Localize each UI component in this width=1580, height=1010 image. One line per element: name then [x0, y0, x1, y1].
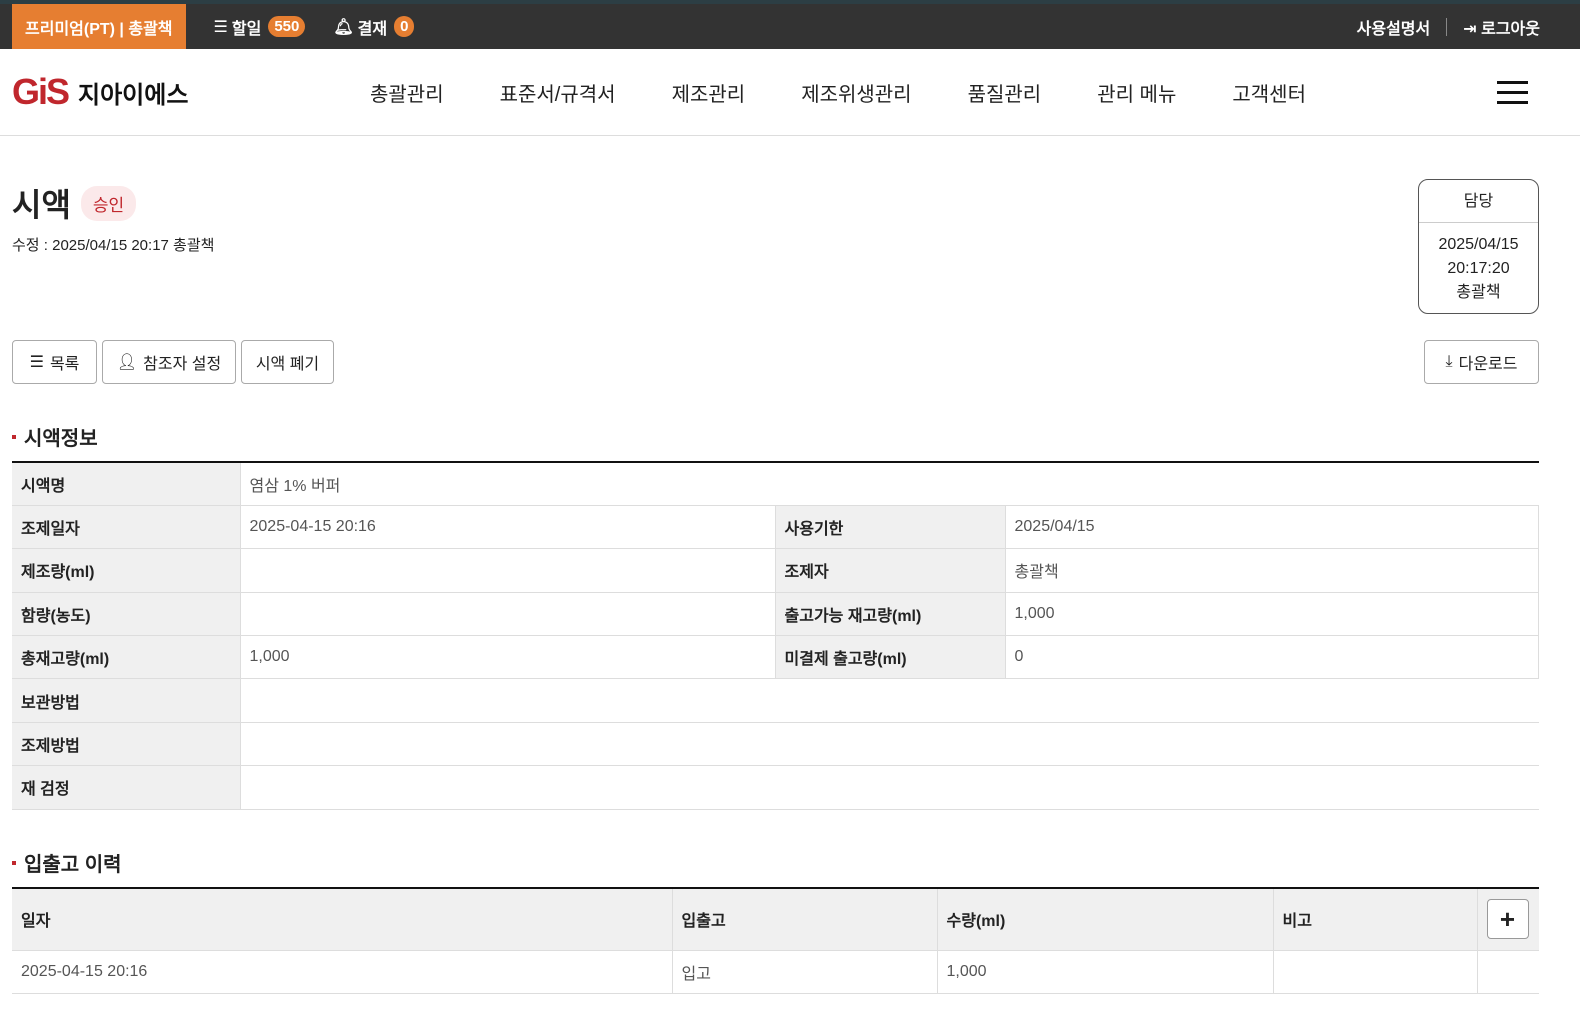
table-row: 함량(농도) 출고가능 재고량(ml) 1,000 — [12, 592, 1539, 637]
field-value — [240, 765, 1539, 810]
approval-link[interactable]: 🔔︎ 결재 0 — [333, 15, 415, 39]
field-value: 2025-04-15 20:16 — [240, 505, 776, 550]
nav-item[interactable]: 표준서/규격서 — [500, 78, 616, 107]
approval-count: 0 — [394, 16, 415, 37]
field-value — [240, 678, 1539, 723]
logout-label: 로그아웃 — [1481, 20, 1540, 38]
top-bar: 프리미엄(PT) | 총괄책 ☰ 할일 550 🔔︎ 결재 0 사용설명서 ⇥ 로그아웃 — [0, 0, 1580, 49]
field-label: 사용기한 — [775, 505, 1006, 550]
section-title-text: 시액정보 — [24, 428, 98, 450]
section-title-info: 시액정보 — [12, 422, 98, 451]
field-label: 총재고량(ml) — [12, 635, 241, 680]
list-icon: ☰ — [29, 354, 44, 371]
info-table: 시액명 염삼 1% 버퍼 조제일자 2025-04-15 20:16 사용기한 2025… — [12, 461, 1539, 810]
bell-icon: 🔔︎ — [333, 18, 354, 36]
table-row: 총재고량(ml) 1,000 미결제 출고량(ml) 0 — [12, 635, 1539, 680]
add-row-button[interactable]: + — [1486, 899, 1529, 940]
participants-button[interactable]: 👤︎ 참조자 설정 — [102, 340, 236, 384]
download-button[interactable]: ⤓ 다운로드 — [1424, 340, 1539, 384]
field-value: 총괄책 — [1005, 548, 1539, 593]
cell-date: 2025-04-15 20:16 — [12, 950, 673, 994]
logout-link[interactable]: ⇥ 로그아웃 — [1463, 15, 1540, 39]
section-title-history: 입출고 이력 — [12, 848, 122, 877]
cell-qty: 1,000 — [937, 950, 1274, 994]
list-button[interactable]: ☰ 목록 — [12, 340, 97, 384]
table-header-row: 일자 입출고 수량(ml) 비고 + — [12, 888, 1539, 951]
section-title-text: 입출고 이력 — [24, 854, 122, 876]
nav-item[interactable]: 제조관리 — [672, 78, 746, 107]
list-button-label: 목록 — [49, 356, 80, 373]
logo[interactable]: GiS 지아이에스 — [12, 71, 188, 113]
approval-date: 2025/04/15 — [1438, 236, 1519, 253]
approval-box: 담당 2025/04/15 20:17:20 총괄책 — [1418, 179, 1539, 314]
column-header: 비고 — [1273, 888, 1478, 951]
table-row: 보관방법 — [12, 678, 1539, 723]
field-label: 조제방법 — [12, 722, 241, 767]
hamburger-menu-icon[interactable] — [1497, 81, 1528, 111]
table-row: 제조량(ml) 조제자 총괄책 — [12, 548, 1539, 593]
table-row: 시액명 염삼 1% 버퍼 — [12, 462, 1539, 506]
field-label: 재 검정 — [12, 765, 241, 810]
field-value — [240, 548, 776, 593]
manual-link[interactable]: 사용설명서 — [1357, 15, 1431, 39]
table-row: 재 검정 — [12, 765, 1539, 810]
cell-type: 입고 — [672, 950, 938, 994]
field-label: 출고가능 재고량(ml) — [775, 592, 1006, 637]
todo-label: 할일 — [231, 20, 262, 38]
status-badge: 승인 — [80, 185, 137, 221]
divider — [1446, 17, 1448, 36]
todo-link[interactable]: ☰ 할일 550 — [214, 15, 306, 39]
approval-label: 결재 — [357, 20, 388, 38]
column-header: 수량(ml) — [937, 888, 1274, 951]
nav-item[interactable]: 품질관리 — [968, 78, 1042, 107]
logo-text: 지아이에스 — [78, 81, 189, 109]
cell-note — [1273, 950, 1478, 994]
cell-actions — [1477, 950, 1539, 994]
download-icon: ⤓ — [1445, 353, 1453, 370]
table-row: 조제방법 — [12, 722, 1539, 767]
todo-count: 550 — [268, 16, 306, 37]
nav-item[interactable]: 총괄관리 — [370, 78, 444, 107]
field-value — [240, 592, 776, 637]
modified-info: 수정 : 2025/04/15 20:17 총괄책 — [12, 237, 215, 254]
column-header: 일자 — [12, 888, 673, 951]
table-row: 조제일자 2025-04-15 20:16 사용기한 2025/04/15 — [12, 505, 1539, 550]
field-label: 함량(농도) — [12, 592, 241, 637]
field-label: 제조량(ml) — [12, 548, 241, 593]
main-nav: GiS 지아이에스 총괄관리 표준서/규격서 제조관리 제조위생관리 품질관리 관… — [0, 49, 1580, 136]
field-value — [240, 722, 1539, 767]
participants-button-label: 참조자 설정 — [143, 356, 222, 373]
field-label: 조제일자 — [12, 505, 241, 550]
field-label: 미결제 출고량(ml) — [775, 635, 1006, 680]
plan-badge: 프리미엄(PT) | 총괄책 — [12, 4, 186, 49]
nav-item[interactable]: 고객센터 — [1232, 78, 1306, 107]
column-header: 입출고 — [672, 888, 938, 951]
field-value: 1,000 — [240, 635, 776, 680]
discard-button[interactable]: 시액 폐기 — [241, 340, 334, 384]
approval-time: 20:17:20 — [1447, 260, 1510, 277]
approval-header: 담당 — [1419, 180, 1538, 223]
list-icon: ☰ — [213, 18, 228, 36]
table-row: 2025-04-15 20:16 입고 1,000 — [12, 950, 1539, 994]
nav-item[interactable]: 제조위생관리 — [801, 78, 911, 107]
field-value: 0 — [1005, 635, 1539, 680]
user-plus-icon: 👤︎ — [116, 354, 138, 371]
page-title: 시액 — [12, 187, 71, 223]
history-table: 일자 입출고 수량(ml) 비고 + 2025-04-15 20:16 입고 1… — [12, 887, 1539, 994]
field-value: 염삼 1% 버퍼 — [240, 462, 1539, 506]
nav-item[interactable]: 관리 메뉴 — [1097, 78, 1176, 107]
approval-person: 총괄책 — [1456, 284, 1501, 301]
field-value: 1,000 — [1005, 592, 1539, 637]
field-label: 보관방법 — [12, 678, 241, 723]
field-label: 시액명 — [12, 462, 241, 506]
field-label: 조제자 — [775, 548, 1006, 593]
logo-mark: GiS — [12, 71, 70, 112]
field-value: 2025/04/15 — [1005, 505, 1539, 550]
download-button-label: 다운로드 — [1458, 356, 1518, 373]
logout-icon: ⇥ — [1463, 20, 1482, 38]
